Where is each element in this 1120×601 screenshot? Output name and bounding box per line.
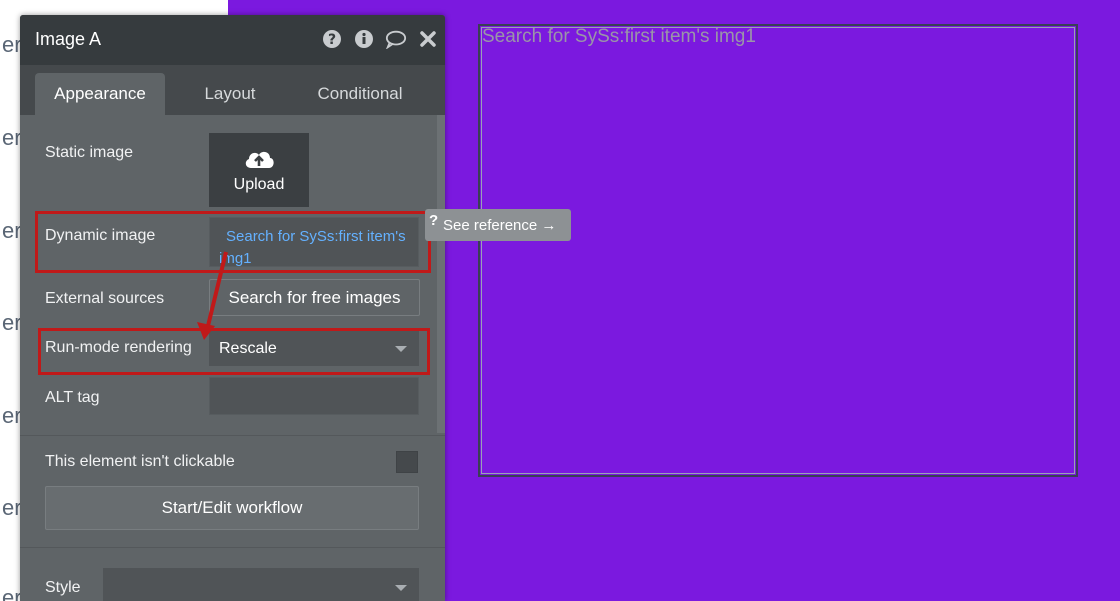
text-fragment: er (2, 585, 22, 601)
text-fragment: er (2, 495, 22, 520)
start-edit-workflow-button[interactable]: Start/Edit workflow (45, 486, 419, 530)
see-reference-tooltip[interactable]: ? See reference → (425, 209, 571, 241)
help-icon[interactable]: ? (321, 28, 343, 50)
comment-icon[interactable] (385, 28, 407, 50)
close-icon[interactable] (417, 28, 439, 50)
tab-layout[interactable]: Layout (170, 73, 290, 115)
panel-title: Image A (35, 29, 102, 49)
text-fragment: er (2, 32, 22, 57)
upload-label: Upload (233, 176, 285, 193)
chevron-down-icon (395, 585, 407, 591)
text-fragment: er (2, 125, 22, 150)
style-select[interactable] (103, 568, 419, 601)
svg-text:?: ? (328, 32, 336, 48)
style-label: Style (45, 579, 81, 596)
upload-button[interactable]: Upload (209, 133, 309, 207)
alt-tag-input[interactable] (209, 377, 419, 415)
panel-scrollbar[interactable] (437, 115, 445, 433)
annotation-box-run-mode (38, 328, 430, 375)
annotation-box-dynamic-image (35, 211, 431, 273)
tabs-bar: Appearance Layout Conditional (20, 65, 445, 115)
info-icon[interactable] (353, 28, 375, 50)
not-clickable-checkbox[interactable] (396, 451, 418, 473)
see-reference-label: See reference → (443, 216, 557, 234)
static-image-label: Static image (45, 144, 134, 161)
section-divider (20, 547, 445, 548)
cloud-upload-icon (245, 151, 274, 168)
panel-header[interactable]: Image A ? (20, 15, 445, 65)
not-clickable-label: This element isn't clickable (45, 453, 235, 470)
tab-appearance[interactable]: Appearance (35, 73, 165, 115)
image-element[interactable]: Search for SySs:first item's img1 (478, 24, 1078, 477)
section-divider (20, 435, 445, 436)
text-fragment: er (2, 218, 22, 243)
search-free-images-button[interactable]: Search for free images (209, 279, 420, 316)
text-fragment: er (2, 310, 22, 335)
property-editor-panel: Image A ? Appearance Layout Conditional … (20, 15, 445, 601)
image-placeholder-text: Search for SySs:first item's img1 (482, 26, 756, 47)
text-fragment: er (2, 403, 22, 428)
external-sources-label: External sources (45, 290, 165, 307)
alt-tag-label: ALT tag (45, 389, 100, 406)
question-icon: ? (429, 212, 439, 229)
tab-conditional[interactable]: Conditional (295, 73, 425, 115)
